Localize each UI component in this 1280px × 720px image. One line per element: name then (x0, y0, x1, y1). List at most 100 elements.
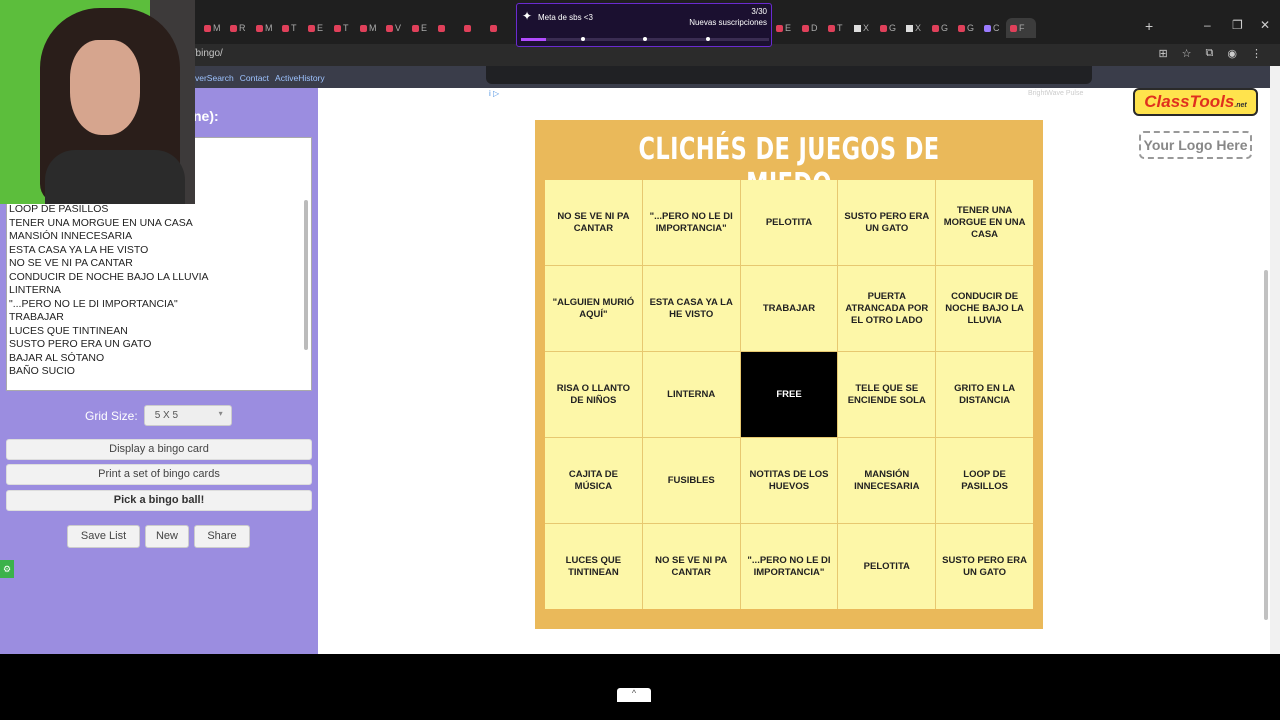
nav-link-activehistory[interactable]: ActiveHistory (275, 73, 325, 83)
nav-search-box[interactable] (486, 66, 1092, 84)
browser-tab[interactable] (460, 18, 486, 38)
list-item: MANSIÓN INNECESARIA (9, 230, 133, 242)
list-item: LINTERNA (9, 284, 61, 296)
pick-ball-button[interactable]: Pick a bingo ball! (6, 490, 312, 511)
bingo-cell[interactable]: PELOTITA (740, 180, 838, 265)
browser-tab[interactable] (486, 18, 512, 38)
bingo-cell[interactable]: PELOTITA (838, 524, 936, 609)
tab-label: T (343, 23, 349, 33)
goal-marker (643, 37, 647, 41)
browser-tab[interactable]: E (304, 18, 330, 38)
tab-label: T (291, 23, 297, 33)
display-card-button[interactable]: Display a bingo card (6, 439, 312, 460)
bingo-cell[interactable]: NO SE VE NI PA CANTAR (642, 524, 740, 609)
textarea-scroll-thumb[interactable] (304, 200, 308, 350)
bingo-cell[interactable]: "...PERO NO LE DI IMPORTANCIA" (740, 524, 838, 609)
save-list-button[interactable]: Save List (67, 525, 140, 548)
bingo-cell[interactable]: RISA O LLANTO DE NIÑOS (545, 352, 642, 437)
bingo-cell[interactable]: FUSIBLES (642, 438, 740, 523)
browser-tab[interactable]: X (902, 18, 928, 38)
bingo-cell[interactable]: NOTITAS DE LOS HUEVOS (740, 438, 838, 523)
browser-tab[interactable]: E (408, 18, 434, 38)
chevron-up-icon[interactable]: ^ (617, 688, 651, 702)
tab-label: E (317, 23, 324, 33)
share-button[interactable]: Share (194, 525, 250, 548)
menu-icon[interactable]: ⋮ (1251, 47, 1262, 60)
goal-progress-fill (521, 38, 546, 41)
browser-tab[interactable]: T (824, 18, 850, 38)
tab-label: E (785, 23, 792, 33)
profile-icon[interactable]: ◉ (1227, 47, 1237, 60)
tab-favicon-icon (204, 24, 211, 32)
extensions-icon[interactable]: ⧉ (1206, 47, 1214, 60)
classtools-logo[interactable]: ClassTools.net (1133, 88, 1258, 116)
bingo-cell[interactable]: "ALGUIEN MURIÓ AQUÍ" (545, 266, 642, 351)
bingo-grid: NO SE VE NI PA CANTAR "...PERO NO LE DI I… (545, 180, 1033, 609)
bingo-cell[interactable]: ESTA CASA YA LA HE VISTO (642, 266, 740, 351)
your-logo-placeholder[interactable]: Your Logo Here (1139, 131, 1252, 159)
browser-tab[interactable]: M (356, 18, 382, 38)
browser-tab[interactable]: X (850, 18, 876, 38)
print-cards-button[interactable]: Print a set of bingo cards (6, 464, 312, 485)
browser-tab[interactable]: T (278, 18, 304, 38)
star-icon: ✦ (522, 9, 533, 23)
bingo-cell[interactable]: MANSIÓN INNECESARIA (838, 438, 936, 523)
grid-size-row: Grid Size: 5 X 5 ▾ (85, 405, 232, 426)
bingo-cell[interactable]: PUERTA ATRANCADA POR EL OTRO LADO (838, 266, 936, 351)
tab-favicon-icon (230, 24, 237, 32)
nav-link-contact[interactable]: Contact (240, 73, 269, 83)
new-tab-button[interactable]: + (1145, 18, 1153, 34)
bingo-cell[interactable]: "...PERO NO LE DI IMPORTANCIA" (642, 180, 740, 265)
bingo-cell[interactable]: GRITO EN LA DISTANCIA (936, 352, 1033, 437)
browser-tab[interactable]: G (928, 18, 954, 38)
grid-size-select[interactable]: 5 X 5 ▾ (143, 405, 232, 426)
browser-tab[interactable]: E (772, 18, 798, 38)
nav-link-search[interactable]: verSearch (195, 73, 234, 83)
browser-tab[interactable]: G (876, 18, 902, 38)
goal-marker (706, 37, 710, 41)
webcam-person-body (45, 150, 185, 204)
bingo-cell[interactable]: TRABAJAR (740, 266, 838, 351)
grid-size-label: Grid Size: (85, 408, 138, 423)
bingo-cell[interactable]: NO SE VE NI PA CANTAR (545, 180, 642, 265)
close-window-button[interactable]: ✕ (1260, 18, 1270, 32)
browser-tab[interactable] (434, 18, 460, 38)
maximize-button[interactable]: ❐ (1232, 18, 1243, 32)
bingo-cell[interactable]: TENER UNA MORGUE EN UNA CASA (936, 180, 1033, 265)
bingo-cell[interactable]: LUCES QUE TINTINEAN (545, 524, 642, 609)
tab-label: G (889, 23, 897, 33)
goal-title: Meta de sbs <3 (538, 13, 593, 22)
chevron-down-icon: ▾ (218, 409, 223, 418)
tab-label: X (863, 23, 870, 33)
page-scroll-thumb[interactable] (1264, 270, 1268, 620)
browser-tab[interactable]: M (252, 18, 278, 38)
translate-icon[interactable]: ⊞ (1158, 47, 1167, 60)
bingo-cell[interactable]: CONDUCIR DE NOCHE BAJO LA LLUVIA (936, 266, 1033, 351)
browser-tab[interactable]: V (382, 18, 408, 38)
star-icon[interactable]: ☆ (1182, 47, 1192, 60)
browser-tab[interactable]: G (954, 18, 980, 38)
browser-tab[interactable]: R (226, 18, 252, 38)
browser-tab[interactable]: D (798, 18, 824, 38)
tab-label: M (369, 23, 377, 33)
tab-label: T (837, 23, 843, 33)
browser-tab[interactable]: C (980, 18, 1006, 38)
bingo-cell[interactable]: SUSTO PERO ERA UN GATO (838, 180, 936, 265)
gear-icon[interactable]: ⚙ (0, 560, 14, 578)
ad-choices-icon[interactable]: i ▷ (489, 89, 499, 98)
browser-tab[interactable]: M (200, 18, 226, 38)
bingo-free-cell[interactable]: FREE (740, 352, 838, 437)
new-button[interactable]: New (145, 525, 189, 548)
list-item: ESTA CASA YA LA HE VISTO (9, 243, 149, 256)
tab-label: E (421, 23, 428, 33)
browser-tab[interactable]: F (1006, 18, 1036, 38)
page-scrollbar[interactable] (1270, 66, 1280, 654)
list-item: LOOP DE PASILLOS (9, 203, 109, 215)
bingo-cell[interactable]: CAJITA DE MÚSICA (545, 438, 642, 523)
bingo-cell[interactable]: SUSTO PERO ERA UN GATO (936, 524, 1033, 609)
browser-tab[interactable]: T (330, 18, 356, 38)
minimize-button[interactable]: – (1204, 18, 1211, 32)
bingo-cell[interactable]: TELE QUE SE ENCIENDE SOLA (838, 352, 936, 437)
bingo-cell[interactable]: LINTERNA (642, 352, 740, 437)
bingo-cell[interactable]: LOOP DE PASILLOS (936, 438, 1033, 523)
